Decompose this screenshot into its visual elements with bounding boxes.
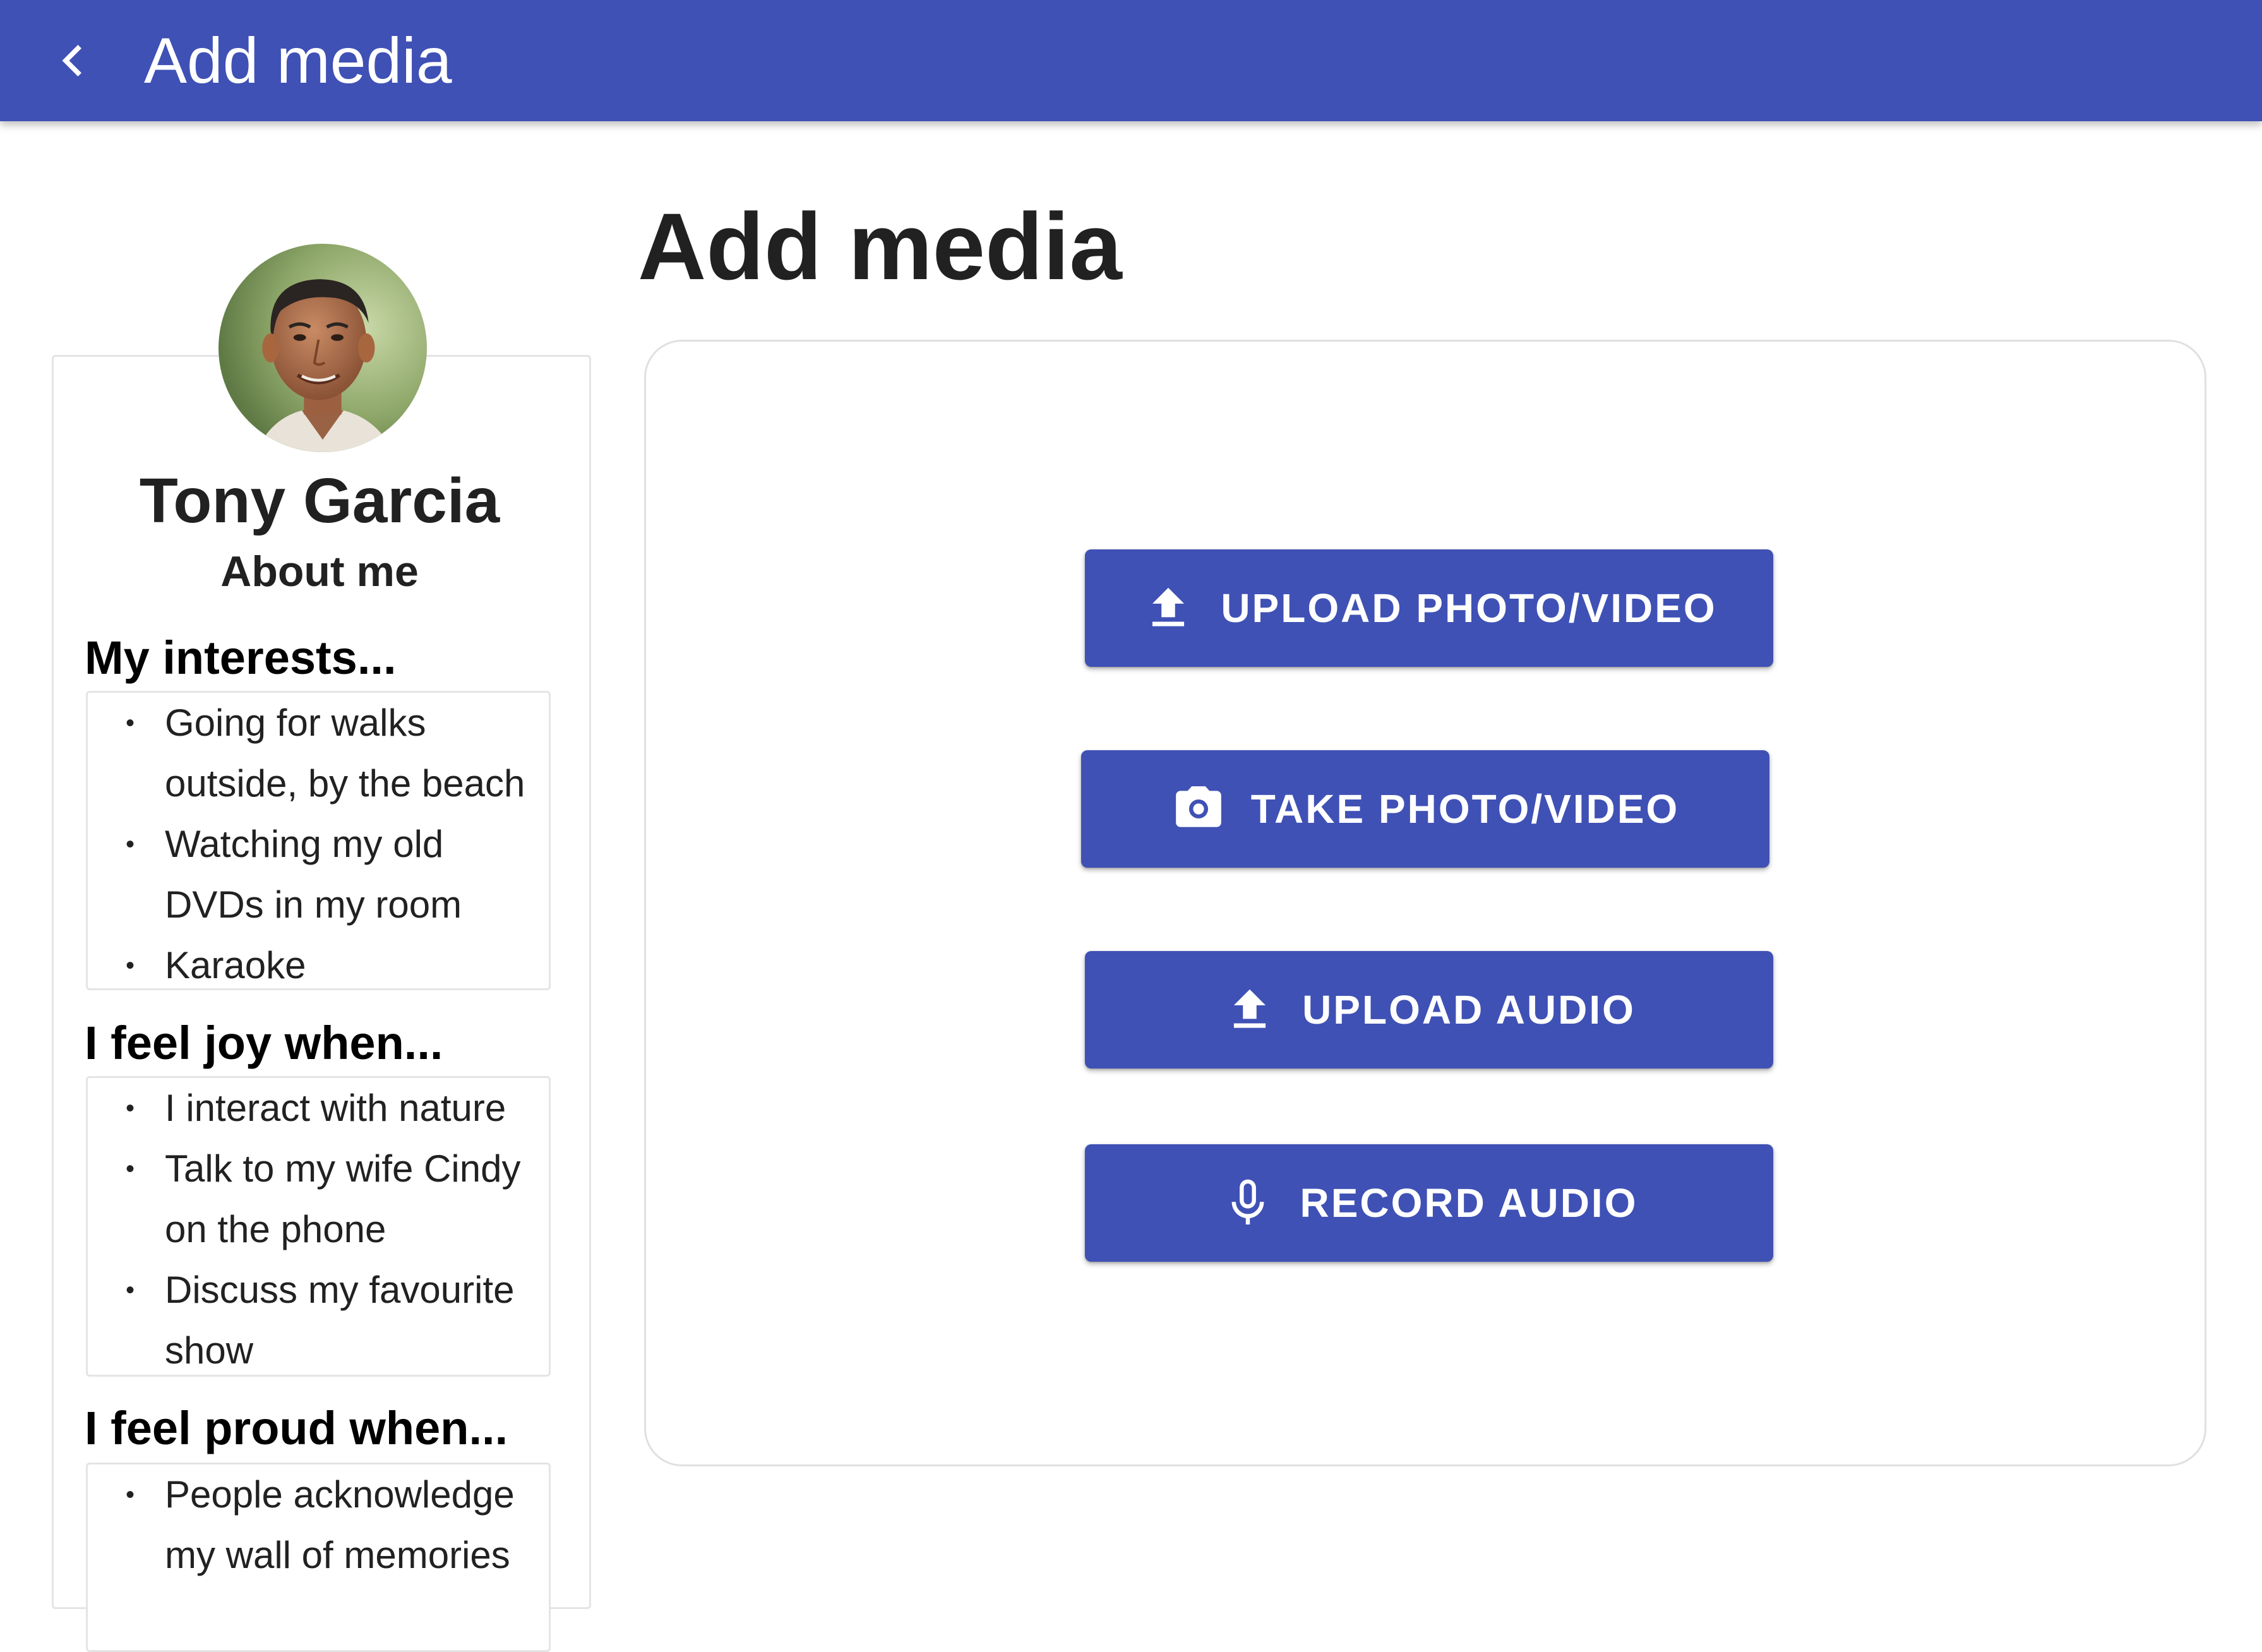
joy-heading: I feel joy when...	[85, 1017, 443, 1069]
upload-icon	[1223, 983, 1277, 1037]
microphone-icon	[1221, 1176, 1275, 1230]
page-title: Add media	[638, 193, 1122, 299]
list-item: I interact with nature	[126, 1078, 549, 1139]
app-bar: Add media	[0, 0, 2262, 121]
about-me-heading: About me	[220, 548, 419, 596]
interests-heading: My interests...	[85, 631, 397, 684]
upload-photo-video-button[interactable]: UPLOAD PHOTO/VIDEO	[1085, 549, 1773, 667]
list-item: Talk to my wife Cindy on the phone	[126, 1139, 549, 1260]
list-item: Watching my old DVDs in my room	[126, 814, 549, 935]
button-label: UPLOAD AUDIO	[1302, 987, 1636, 1032]
upload-audio-button[interactable]: UPLOAD AUDIO	[1085, 951, 1773, 1068]
list-item: Going for walks outside, by the beach	[126, 693, 549, 814]
proud-list: People acknowledge my wall of memories	[86, 1463, 551, 1652]
app-bar-title: Add media	[144, 25, 452, 97]
camera-icon	[1171, 782, 1226, 836]
avatar	[218, 244, 427, 452]
upload-icon	[1141, 581, 1195, 635]
profile-name: Tony Garcia	[139, 465, 500, 536]
list-item: Discuss my favourite show	[126, 1260, 549, 1375]
back-button[interactable]	[42, 29, 105, 92]
interests-list: Going for walks outside, by the beach Wa…	[86, 691, 551, 990]
button-label: RECORD AUDIO	[1300, 1180, 1638, 1226]
joy-list: I interact with nature Talk to my wife C…	[86, 1076, 551, 1377]
media-card	[644, 340, 2206, 1466]
record-audio-button[interactable]: RECORD AUDIO	[1085, 1144, 1773, 1262]
chevron-left-icon	[51, 38, 96, 83]
button-label: UPLOAD PHOTO/VIDEO	[1221, 585, 1717, 631]
list-item: Karaoke	[126, 935, 549, 988]
take-photo-video-button[interactable]: TAKE PHOTO/VIDEO	[1081, 750, 1769, 868]
button-label: TAKE PHOTO/VIDEO	[1250, 786, 1680, 832]
proud-heading: I feel proud when...	[85, 1402, 508, 1454]
list-item: People acknowledge my wall of memories	[126, 1464, 549, 1586]
